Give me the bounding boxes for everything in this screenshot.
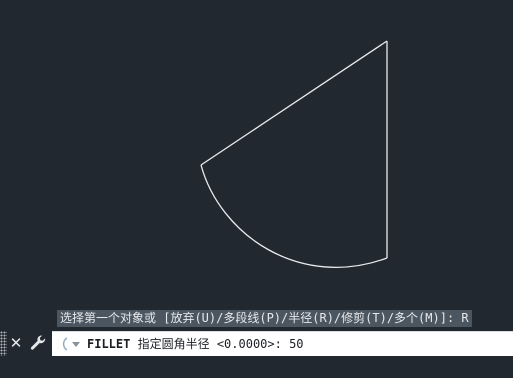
command-line-bar: ✕ FILLET 指定圆角半径 <0.0000>: 50	[0, 331, 513, 356]
close-icon[interactable]: ✕	[8, 334, 24, 352]
command-prompt-icon	[62, 337, 68, 351]
chevron-down-icon[interactable]	[72, 342, 80, 347]
command-prompt-text: 指定圆角半径 <0.0000>:	[137, 337, 290, 351]
drag-grip-handle[interactable]	[0, 331, 7, 356]
command-input-field[interactable]: FILLET 指定圆角半径 <0.0000>: 50	[52, 331, 513, 356]
command-input-text[interactable]: FILLET 指定圆角半径 <0.0000>: 50	[87, 332, 304, 356]
drawing-line-top[interactable]	[200, 40, 388, 166]
cad-app-window: 选择第一个对象或 [放弃(U)/多段线(P)/半径(R)/修剪(T)/多个(M)…	[0, 0, 513, 378]
command-name: FILLET	[87, 337, 131, 351]
drawing-canvas[interactable]	[0, 0, 513, 330]
drawing-fillet-arc[interactable]	[200, 164, 388, 268]
command-input-value[interactable]: 50	[289, 337, 303, 351]
wrench-icon[interactable]	[29, 334, 47, 352]
command-history-line: 选择第一个对象或 [放弃(U)/多段线(P)/半径(R)/修剪(T)/多个(M)…	[57, 310, 472, 327]
